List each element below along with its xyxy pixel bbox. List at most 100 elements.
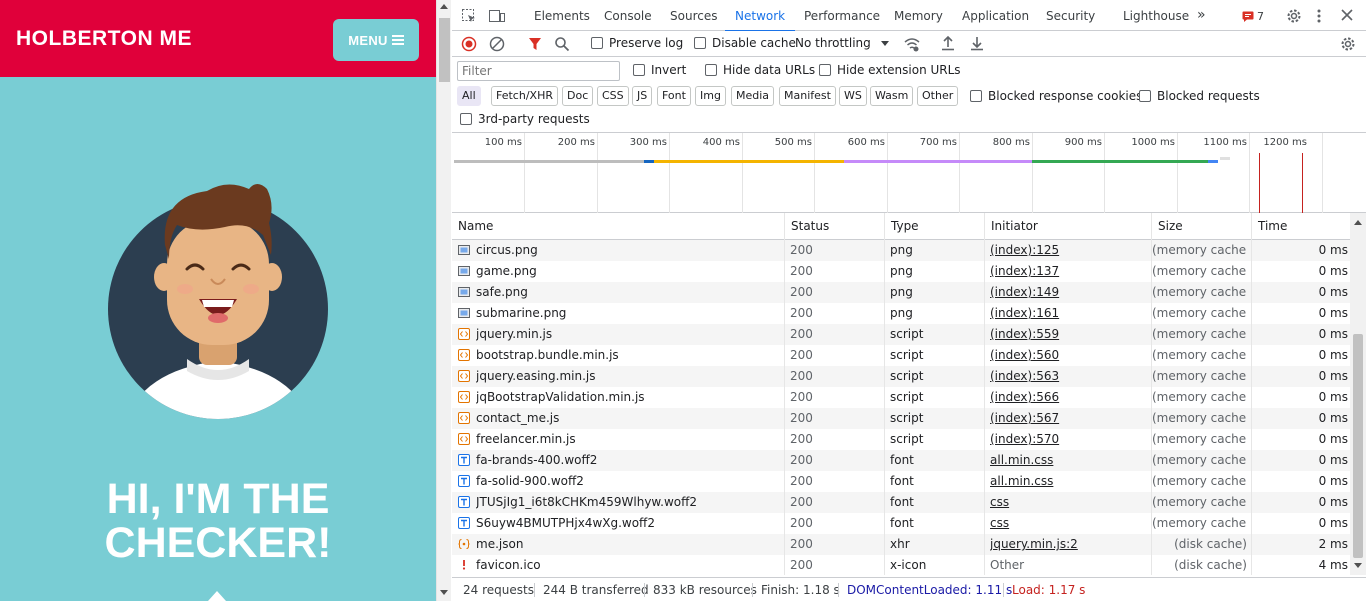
column-header-name[interactable]: Name: [452, 213, 784, 240]
hide-extension-urls-checkbox[interactable]: [819, 64, 831, 76]
type-filter-media[interactable]: Media: [731, 86, 775, 106]
cell-initiator[interactable]: (index):566: [990, 387, 1147, 408]
type-filter-css[interactable]: CSS: [597, 86, 629, 106]
column-header-type[interactable]: Type: [884, 213, 984, 240]
type-filter-img[interactable]: Img: [695, 86, 726, 106]
timeline-tick-label: 400 ms: [702, 137, 740, 148]
blocked-requests-checkbox[interactable]: [1139, 90, 1151, 102]
cell-initiator[interactable]: (index):161: [990, 303, 1147, 324]
third-party-requests-checkbox[interactable]: [460, 113, 472, 125]
cell-initiator[interactable]: (index):137: [990, 261, 1147, 282]
table-row[interactable]: favicon.ico 200 x-icon Other (disk cache) 4 m…: [452, 555, 1350, 575]
type-filter-ws[interactable]: WS: [839, 86, 867, 106]
disable-cache-checkbox[interactable]: [694, 37, 706, 49]
table-row[interactable]: circus.png 200 png (index):125 (memory cache…: [452, 240, 1350, 261]
column-header-status[interactable]: Status: [784, 213, 884, 240]
scroll-up-icon[interactable]: [440, 4, 448, 9]
cell-initiator[interactable]: (index):125: [990, 240, 1147, 261]
invert-checkbox[interactable]: [633, 64, 645, 76]
cell-initiator[interactable]: all.min.css: [990, 471, 1147, 492]
network-conditions-icon[interactable]: [903, 36, 921, 52]
type-filter-other[interactable]: Other: [917, 86, 959, 106]
tab-security[interactable]: Security: [1046, 0, 1095, 31]
table-row[interactable]: fa-solid-900.woff2 200 font all.min.css (mem…: [452, 471, 1350, 492]
filter-input[interactable]: [457, 61, 620, 81]
cell-initiator[interactable]: (index):149: [990, 282, 1147, 303]
type-filter-manifest[interactable]: Manifest: [779, 86, 836, 106]
throttling-select[interactable]: No throttling: [795, 36, 871, 50]
table-row[interactable]: S6uyw4BMUTPHjx4wXg.woff2 200 font css (memor…: [452, 513, 1350, 534]
issues-count[interactable]: 7: [1257, 0, 1264, 31]
search-icon[interactable]: [554, 36, 570, 52]
tab-console[interactable]: Console: [604, 0, 652, 31]
cell-initiator[interactable]: (index):559: [990, 324, 1147, 345]
clear-icon[interactable]: [489, 36, 505, 52]
hide-data-urls-checkbox[interactable]: [705, 64, 717, 76]
close-devtools-icon[interactable]: [1341, 9, 1353, 21]
tab-performance[interactable]: Performance: [804, 0, 880, 31]
tab-application[interactable]: Application: [962, 0, 1029, 31]
cell-size: (disk cache): [1174, 537, 1247, 551]
export-har-icon[interactable]: [970, 35, 984, 51]
type-filter-font[interactable]: Font: [657, 86, 691, 106]
table-row[interactable]: me.json 200 xhr jquery.min.js:2 (disk cache)…: [452, 534, 1350, 555]
type-filter-doc[interactable]: Doc: [562, 86, 594, 106]
cell-initiator[interactable]: (index):567: [990, 408, 1147, 429]
tab-elements[interactable]: Elements: [534, 0, 590, 31]
menu-button[interactable]: MENU: [333, 19, 419, 61]
table-row[interactable]: JTUSjIg1_i6t8kCHKm459Wlhyw.woff2 200 font c…: [452, 492, 1350, 513]
column-header-size[interactable]: Size: [1151, 213, 1251, 240]
column-header-initiator[interactable]: Initiator: [984, 213, 1151, 240]
scroll-up-icon[interactable]: [1354, 220, 1362, 225]
cell-initiator[interactable]: (index):563: [990, 366, 1147, 387]
scrollbar-thumb[interactable]: [1353, 334, 1363, 558]
cell-initiator[interactable]: css: [990, 513, 1147, 534]
scrollbar-thumb[interactable]: [439, 18, 450, 82]
table-row[interactable]: contact_me.js 200 script (index):567 (memory…: [452, 408, 1350, 429]
device-toolbar-icon[interactable]: [488, 8, 506, 24]
type-filter-wasm[interactable]: Wasm: [870, 86, 914, 106]
tab-network[interactable]: Network: [724, 0, 796, 32]
table-row[interactable]: jquery.easing.min.js 200 script (index):563…: [452, 366, 1350, 387]
cell-initiator[interactable]: css: [990, 492, 1147, 513]
cell-initiator[interactable]: (index):570: [990, 429, 1147, 450]
kebab-menu-icon[interactable]: [1316, 8, 1322, 24]
type-filter-fetch-xhr[interactable]: Fetch/XHR: [491, 86, 558, 106]
filter-funnel-icon[interactable]: [528, 36, 542, 52]
more-tabs-icon[interactable]: »: [1197, 0, 1206, 31]
type-filter-js[interactable]: JS: [632, 86, 653, 106]
page-scrollbar[interactable]: [436, 0, 451, 601]
table-row[interactable]: game.png 200 png (index):137 (memory cache) 0…: [452, 261, 1350, 282]
network-overview-timeline[interactable]: 100 ms 200 ms 300 ms 400 ms 500 ms 600 m…: [452, 133, 1366, 213]
table-row[interactable]: fa-brands-400.woff2 200 font all.min.css (me…: [452, 450, 1350, 471]
network-settings-icon[interactable]: [1340, 36, 1356, 52]
preserve-log-checkbox[interactable]: [591, 37, 603, 49]
settings-gear-icon[interactable]: [1286, 8, 1302, 24]
record-stop-icon[interactable]: [461, 36, 477, 52]
cell-initiator[interactable]: (index):560: [990, 345, 1147, 366]
cell-type: png: [890, 306, 913, 320]
tab-sources[interactable]: Sources: [670, 0, 717, 31]
table-row[interactable]: bootstrap.bundle.min.js 200 script (index):…: [452, 345, 1350, 366]
import-har-icon[interactable]: [941, 35, 955, 51]
blocked-response-cookies-checkbox[interactable]: [970, 90, 982, 102]
table-scrollbar[interactable]: [1350, 213, 1366, 575]
cell-initiator[interactable]: all.min.css: [990, 450, 1147, 471]
brand-logo[interactable]: HOLBERTON ME: [16, 27, 192, 51]
table-row[interactable]: safe.png 200 png (index):149 (memory cache) 0…: [452, 282, 1350, 303]
column-header-time[interactable]: Time: [1251, 213, 1350, 240]
chevron-down-icon[interactable]: [880, 40, 890, 48]
table-row[interactable]: jquery.min.js 200 script (index):559 (memory…: [452, 324, 1350, 345]
issues-icon[interactable]: [1242, 11, 1254, 22]
scroll-down-icon[interactable]: [1354, 563, 1362, 568]
type-filter-all[interactable]: All: [457, 86, 481, 106]
table-row[interactable]: submarine.png 200 png (index):161 (memory ca…: [452, 303, 1350, 324]
scroll-down-icon[interactable]: [440, 590, 448, 595]
table-row[interactable]: jqBootstrapValidation.min.js 200 script (in…: [452, 387, 1350, 408]
cell-initiator[interactable]: jquery.min.js:2: [990, 534, 1147, 555]
tab-memory[interactable]: Memory: [894, 0, 943, 31]
tab-lighthouse[interactable]: Lighthouse: [1123, 0, 1189, 31]
timeline-tick-label: 700 ms: [919, 137, 957, 148]
table-row[interactable]: freelancer.min.js 200 script (index):570 (me…: [452, 429, 1350, 450]
inspect-element-icon[interactable]: [461, 8, 477, 24]
